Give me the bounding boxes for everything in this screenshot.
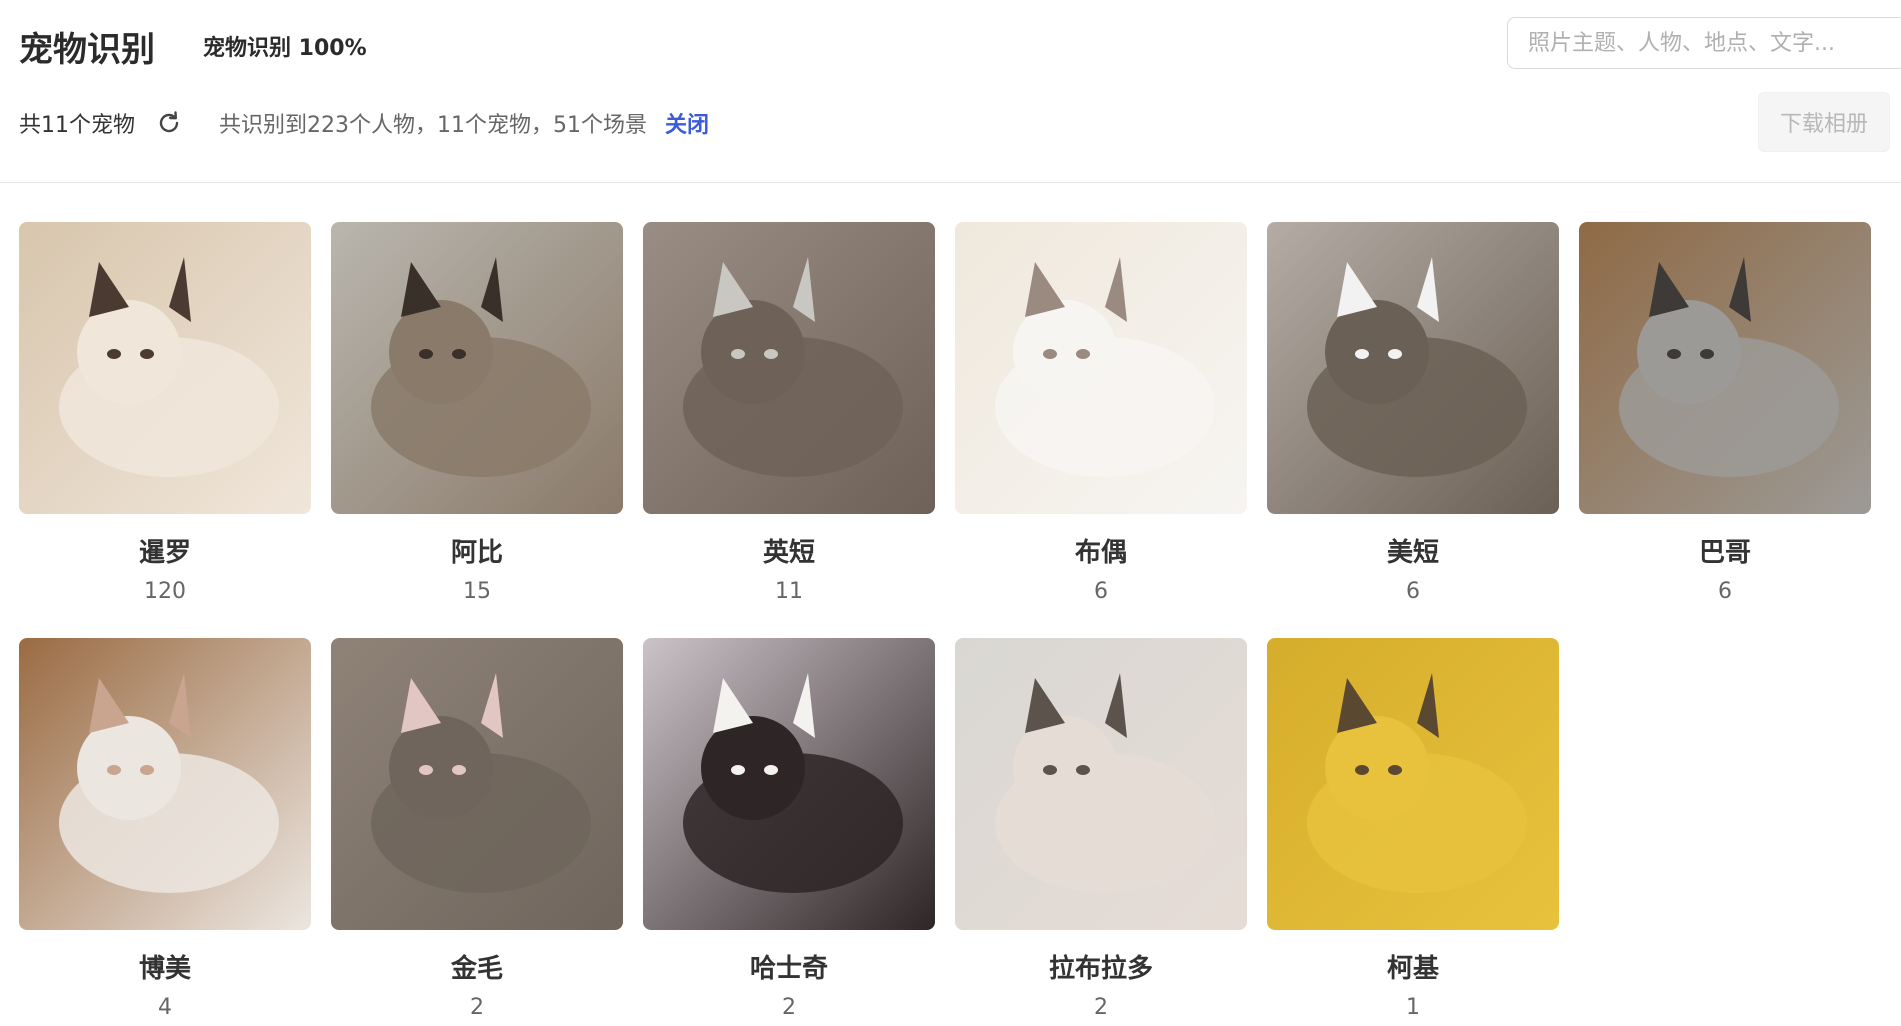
pet-name: 柯基 xyxy=(1386,954,1439,984)
pet-name: 英短 xyxy=(762,538,815,568)
pet-thumbnail[interactable] xyxy=(19,222,311,514)
pet-count: 共11个宠物 xyxy=(19,113,135,138)
pet-thumbnail[interactable] xyxy=(643,222,935,514)
pet-thumbnail[interactable] xyxy=(331,222,623,514)
pet-photo-placeholder xyxy=(331,222,623,514)
recognition-summary: 共识别到223个人物，11个宠物，51个场景 xyxy=(219,113,647,138)
pet-card[interactable]: 阿比 15 xyxy=(331,222,623,604)
pet-photo-placeholder xyxy=(331,638,623,930)
pet-thumbnail[interactable] xyxy=(331,638,623,930)
pet-photo-placeholder xyxy=(643,638,935,930)
sub-toolbar: 共11个宠物 共识别到223个人物，11个宠物，51个场景 关闭 xyxy=(19,106,709,140)
pet-card[interactable]: 哈士奇 2 xyxy=(643,638,935,1020)
pet-name: 暹罗 xyxy=(138,538,191,568)
pet-card[interactable]: 博美 4 xyxy=(19,638,311,1020)
pet-card[interactable]: 英短 11 xyxy=(643,222,935,604)
pet-thumbnail[interactable] xyxy=(955,638,1247,930)
pet-card[interactable]: 暹罗 120 xyxy=(19,222,311,604)
pet-name: 美短 xyxy=(1386,538,1439,568)
pet-card[interactable]: 金毛 2 xyxy=(331,638,623,1020)
pet-name: 哈士奇 xyxy=(749,954,828,984)
pet-photo-count: 120 xyxy=(144,579,186,604)
pet-photo-count: 4 xyxy=(158,995,172,1020)
pet-photo-count: 2 xyxy=(470,995,484,1020)
pet-name: 布偶 xyxy=(1074,538,1127,568)
search-input[interactable] xyxy=(1507,17,1901,69)
pet-photo-placeholder xyxy=(19,222,311,514)
pet-photo-placeholder xyxy=(1267,222,1559,514)
close-link[interactable]: 关闭 xyxy=(665,107,709,139)
download-album-button[interactable]: 下载相册 xyxy=(1758,92,1890,152)
pet-name: 金毛 xyxy=(450,954,503,984)
pet-photo-placeholder xyxy=(1579,222,1871,514)
pet-photo-count: 2 xyxy=(782,995,796,1020)
pet-name: 拉布拉多 xyxy=(1048,954,1153,984)
pet-thumbnail[interactable] xyxy=(1267,222,1559,514)
pet-photo-count: 6 xyxy=(1718,579,1732,604)
pet-photo-count: 6 xyxy=(1406,579,1420,604)
pet-photo-placeholder xyxy=(643,222,935,514)
pet-name: 阿比 xyxy=(450,538,503,568)
pet-name: 巴哥 xyxy=(1698,538,1751,568)
pet-photo-count: 1 xyxy=(1406,995,1420,1020)
page-title: 宠物识别 xyxy=(19,30,155,70)
pet-card[interactable]: 布偶 6 xyxy=(955,222,1247,604)
refresh-icon[interactable] xyxy=(155,109,183,137)
pet-photo-placeholder xyxy=(1267,638,1559,930)
pet-name: 博美 xyxy=(138,954,191,984)
pet-photo-count: 15 xyxy=(463,579,491,604)
pet-photo-count: 11 xyxy=(775,579,803,604)
pet-photo-count: 2 xyxy=(1094,995,1108,1020)
divider xyxy=(0,182,1901,183)
pet-card[interactable]: 美短 6 xyxy=(1267,222,1559,604)
pet-thumbnail[interactable] xyxy=(955,222,1247,514)
pet-photo-placeholder xyxy=(955,638,1247,930)
pet-card[interactable]: 巴哥 6 xyxy=(1579,222,1871,604)
pet-photo-placeholder xyxy=(955,222,1247,514)
pet-thumbnail[interactable] xyxy=(1267,638,1559,930)
recognition-status: 宠物识别 100% xyxy=(203,36,367,61)
pet-thumbnail[interactable] xyxy=(19,638,311,930)
pet-photo-count: 6 xyxy=(1094,579,1108,604)
pet-card[interactable]: 柯基 1 xyxy=(1267,638,1559,1020)
pet-thumbnail[interactable] xyxy=(643,638,935,930)
pet-card[interactable]: 拉布拉多 2 xyxy=(955,638,1247,1020)
pet-thumbnail[interactable] xyxy=(1579,222,1871,514)
pet-photo-placeholder xyxy=(19,638,311,930)
